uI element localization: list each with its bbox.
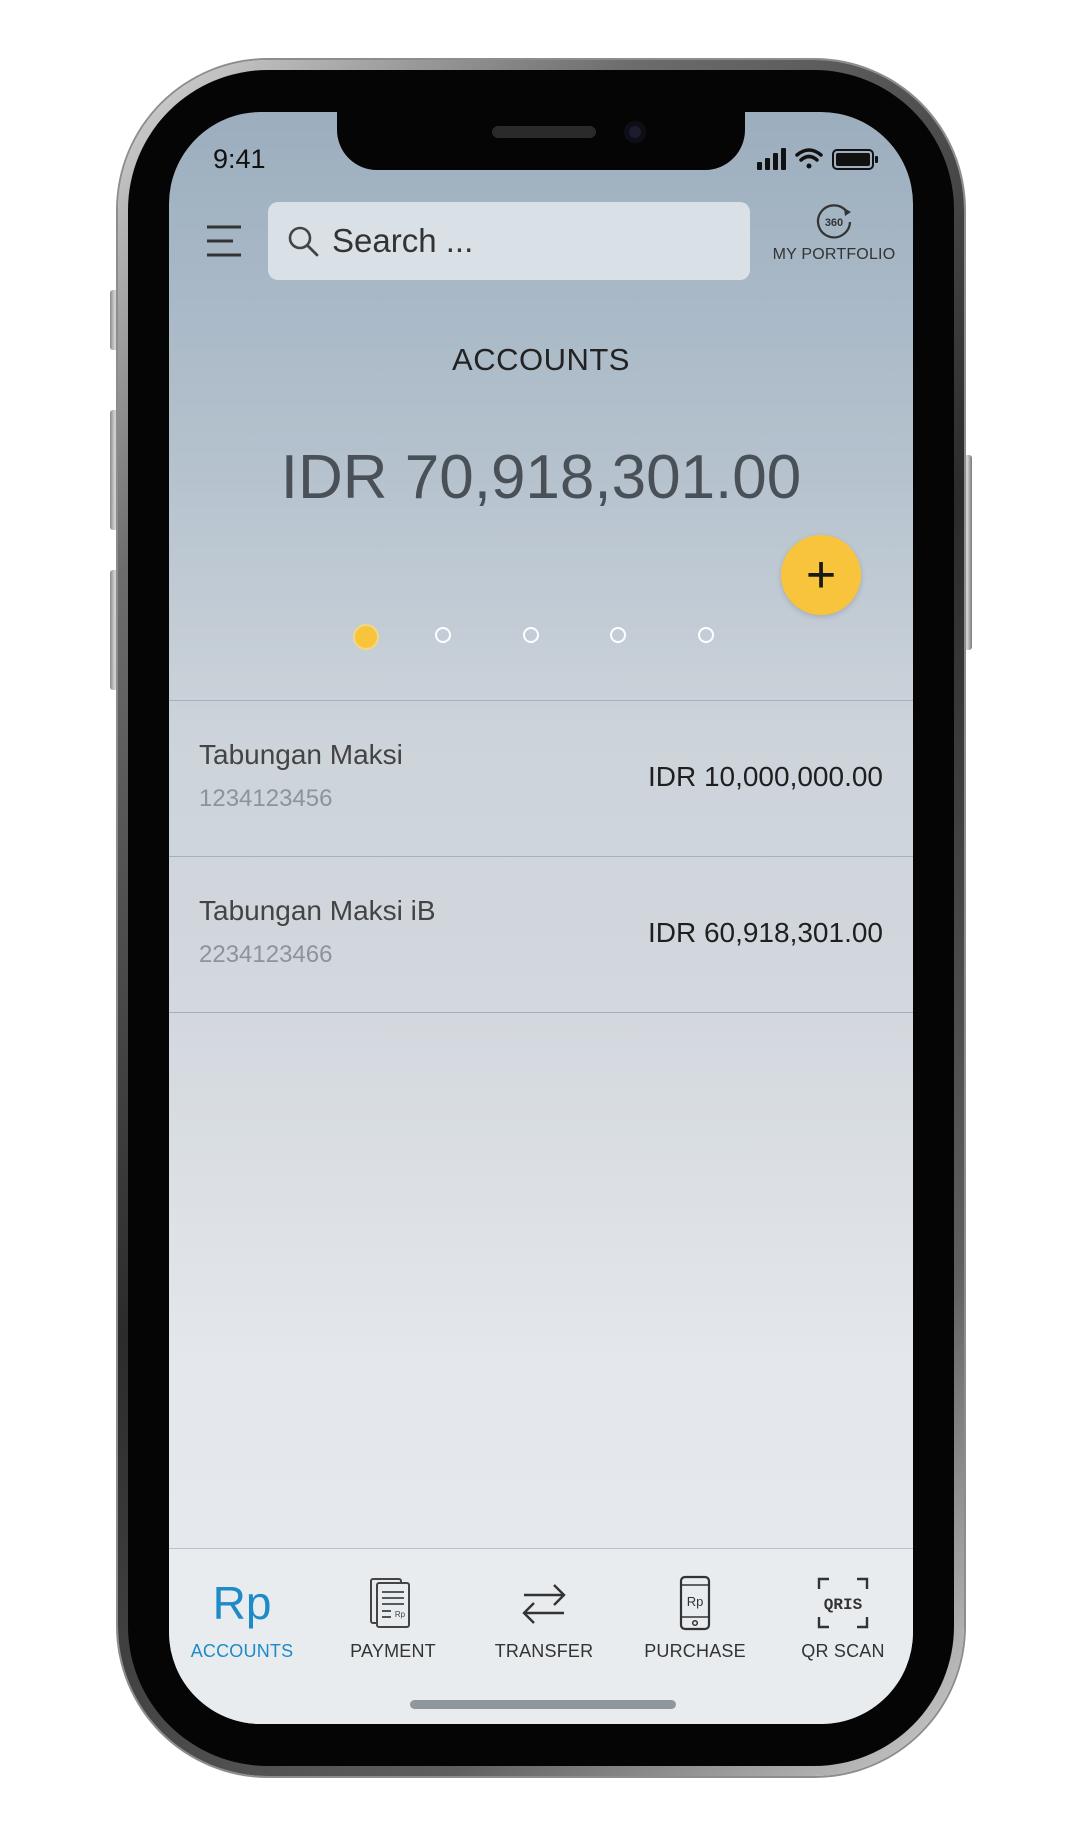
status-time: 9:41 [213,144,266,174]
tab-label: ACCOUNTS [190,1641,294,1661]
notch [337,112,745,170]
account-balance: IDR 60,918,301.00 [647,917,883,948]
phone-rupiah-icon: Rp [679,1575,711,1631]
page-title: ACCOUNTS [452,342,630,377]
list-divider-bottom [169,1012,913,1013]
plus-icon: + [805,546,837,604]
svg-text:Rp: Rp [687,1594,704,1609]
svg-text:QRIS: QRIS [824,1596,863,1614]
pager-dot-3[interactable] [523,627,539,643]
tab-accounts[interactable]: Rp ACCOUNTS [172,1573,312,1673]
account-balance: IDR 10,000,000.00 [647,761,883,792]
page: 9:41 Search ... 360 MY PORTFOLIO ACCOUNT… [0,0,1080,1836]
account-row[interactable]: Tabungan Maksi 1234123456 IDR 10,000,000… [169,701,913,857]
home-indicator[interactable] [410,1700,676,1709]
portfolio-label: MY PORTFOLIO [772,246,896,263]
account-name: Tabungan Maksi iB [199,895,436,926]
front-camera [624,121,646,143]
bill-icon: Rp [370,1578,410,1628]
tab-label: PURCHASE [644,1641,746,1661]
tab-label: PAYMENT [350,1641,436,1661]
search-icon [288,226,319,257]
tab-label: QR SCAN [801,1641,885,1661]
pager-dot-4[interactable] [610,627,626,643]
signal-icon [757,148,786,170]
wifi-icon [795,148,823,169]
account-number: 1234123456 [199,785,333,812]
account-number: 2234123466 [199,941,333,968]
search-input[interactable]: Search ... [268,202,750,280]
account-row[interactable]: Tabungan Maksi iB 2234123466 IDR 60,918,… [169,857,913,1013]
search-placeholder: Search ... [332,222,474,259]
portfolio-icon-text: 360 [825,217,843,229]
tab-purchase[interactable]: Rp PURCHASE [625,1573,765,1673]
tab-qr-scan[interactable]: QRIS QR SCAN [773,1573,913,1673]
svg-text:Rp: Rp [395,1610,406,1619]
hamburger-menu-icon[interactable] [205,222,243,260]
pager-dot-2[interactable] [435,627,451,643]
my-portfolio-button[interactable]: 360 MY PORTFOLIO [764,202,904,282]
portfolio-360-icon: 360 [816,204,852,239]
rupiah-icon: Rp [212,1577,272,1629]
transfer-arrows-icon [522,1584,566,1624]
pager-dot-1[interactable] [353,624,379,650]
tab-transfer[interactable]: TRANSFER [474,1573,614,1673]
tab-label: TRANSFER [494,1641,594,1661]
tab-payment[interactable]: Rp PAYMENT [323,1573,463,1673]
bottom-tab-bar: Rp ACCOUNTS Rp PAYMENT TRANSFER Rp PURCH… [169,1548,913,1724]
total-balance: IDR 70,918,301.00 [280,443,802,512]
status-icons [753,144,883,174]
pager-dot-5[interactable] [698,627,714,643]
qris-icon: QRIS [817,1577,869,1629]
account-name: Tabungan Maksi [199,739,403,770]
page-indicator [353,624,753,654]
add-account-button[interactable]: + [781,535,861,615]
battery-icon [832,149,878,170]
speaker-grille [492,126,596,138]
app-screen: 9:41 Search ... 360 MY PORTFOLIO ACCOUNT… [169,112,913,1724]
